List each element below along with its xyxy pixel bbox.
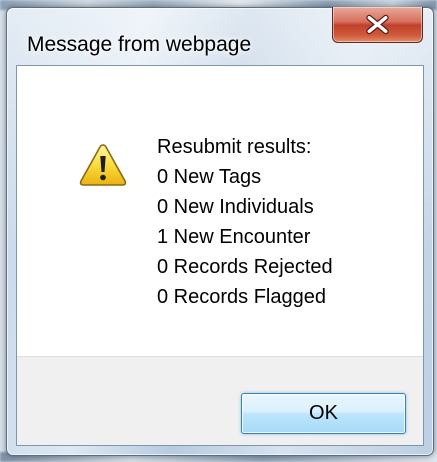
- message-line-records-flagged: 0 Records Flagged: [157, 286, 326, 308]
- message-dialog: Message from webpage Resubmit results: 0…: [6, 7, 434, 456]
- message-line-heading: Resubmit results:: [157, 136, 312, 158]
- message-line-new-encounter: 1 New Encounter: [157, 226, 311, 248]
- ok-button[interactable]: OK: [241, 393, 406, 434]
- message-line-new-tags: 0 New Tags: [157, 166, 262, 188]
- message-line-new-individuals: 0 New Individuals: [157, 196, 314, 218]
- close-button[interactable]: [332, 7, 423, 43]
- dialog-title: Message from webpage: [27, 33, 252, 56]
- close-icon: [366, 14, 389, 35]
- dialog-body: Resubmit results: 0 New Tags 0 New Indiv…: [16, 65, 424, 446]
- message-line-records-rejected: 0 Records Rejected: [157, 256, 333, 278]
- message-area: Resubmit results: 0 New Tags 0 New Indiv…: [17, 66, 423, 356]
- button-area: OK: [17, 356, 423, 445]
- warning-icon: [79, 144, 127, 186]
- message-text: Resubmit results: 0 New Tags 0 New Indiv…: [157, 132, 333, 312]
